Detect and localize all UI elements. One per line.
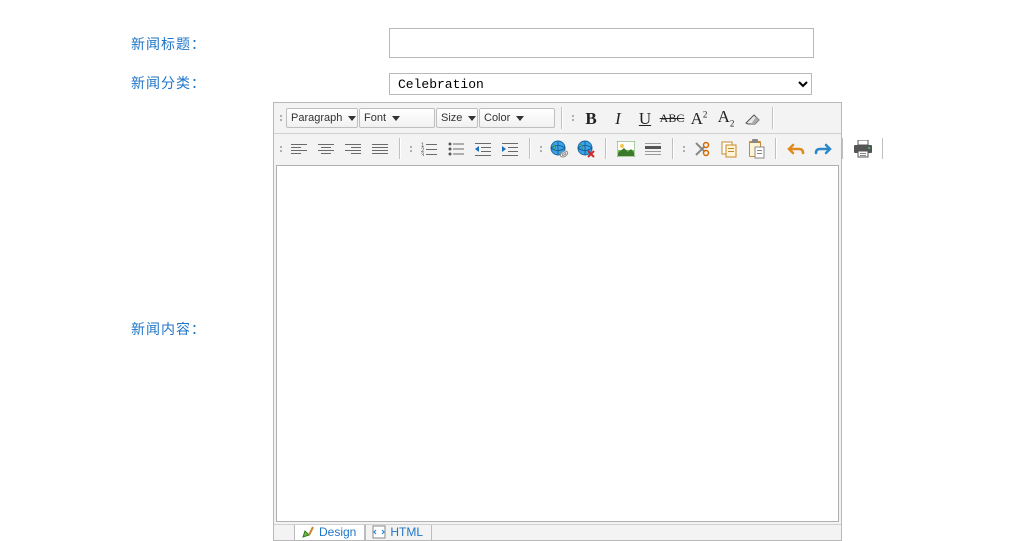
subscript-icon: A2: [718, 108, 735, 128]
toolbar-grip-icon[interactable]: [680, 134, 687, 163]
subscript-button[interactable]: A2: [713, 106, 739, 130]
align-center-button[interactable]: [313, 137, 339, 161]
print-button[interactable]: [850, 137, 876, 161]
undo-button[interactable]: [783, 137, 809, 161]
toolbar-separator: [839, 134, 847, 163]
italic-button[interactable]: I: [605, 106, 631, 130]
design-tab-label: Design: [319, 525, 356, 539]
scissors-icon: [693, 140, 711, 158]
ordered-list-icon: 1 2 3: [421, 142, 437, 156]
color-dropdown[interactable]: Color: [479, 108, 555, 128]
toolbar-separator: [772, 134, 780, 163]
indent-button[interactable]: [497, 137, 523, 161]
toolbar-separator: [558, 103, 566, 133]
paragraph-dropdown[interactable]: Paragraph: [286, 108, 358, 128]
toolbar-separator: [879, 134, 887, 163]
news-title-label: 新闻标题：: [131, 34, 206, 54]
toolbar-grip-icon[interactable]: [537, 134, 544, 163]
html-tab-icon: [372, 525, 386, 539]
toolbar-grip-icon[interactable]: [569, 103, 576, 133]
editor-mode-tabs: Design HTML: [274, 524, 841, 540]
unordered-list-button[interactable]: [443, 137, 469, 161]
svg-text:3: 3: [421, 153, 425, 156]
align-right-button[interactable]: [340, 137, 366, 161]
toolbar-separator: [526, 134, 534, 163]
unordered-list-icon: [448, 142, 464, 156]
toolbar-separator: [396, 134, 404, 163]
redo-icon: [814, 141, 832, 157]
news-content-label: 新闻内容：: [131, 319, 206, 339]
html-tab-label: HTML: [390, 525, 423, 539]
html-tab[interactable]: HTML: [365, 524, 432, 540]
toolbar-grip-icon[interactable]: [277, 103, 284, 133]
undo-icon: [787, 141, 805, 157]
align-center-icon: [318, 142, 334, 156]
size-dropdown[interactable]: Size: [436, 108, 478, 128]
erase-format-button[interactable]: [740, 106, 766, 130]
eraser-icon: [744, 111, 762, 125]
toolbar-separator: [669, 134, 677, 163]
insert-rule-button[interactable]: [640, 137, 666, 161]
toolbar-row-actions: 1 2 3: [274, 133, 841, 163]
copy-icon: [720, 140, 738, 158]
insert-image-button[interactable]: [613, 137, 639, 161]
superscript-icon: A2: [691, 110, 708, 127]
editor-content-area[interactable]: [276, 165, 839, 522]
indent-icon: [502, 142, 518, 156]
underline-button[interactable]: U: [632, 106, 658, 130]
insert-link-button[interactable]: [546, 137, 572, 161]
design-tab[interactable]: Design: [294, 524, 365, 540]
superscript-button[interactable]: A2: [686, 106, 712, 130]
design-tab-icon: [301, 525, 315, 539]
toolbar-grip-icon[interactable]: [407, 134, 414, 163]
size-dropdown-label: Size: [441, 112, 462, 124]
news-category-label: 新闻分类：: [131, 73, 206, 93]
paste-button[interactable]: [743, 137, 769, 161]
remove-link-button[interactable]: [573, 137, 599, 161]
globe-unlink-icon: [576, 139, 596, 159]
redo-button[interactable]: [810, 137, 836, 161]
cut-button[interactable]: [689, 137, 715, 161]
rich-text-editor: Paragraph Font Size Color B I U: [273, 102, 842, 541]
align-justify-icon: [372, 142, 388, 156]
outdent-button[interactable]: [470, 137, 496, 161]
outdent-icon: [475, 142, 491, 156]
align-left-icon: [291, 142, 307, 156]
toolbar-row-format: Paragraph Font Size Color B I U: [274, 103, 841, 133]
color-dropdown-label: Color: [484, 112, 510, 124]
bold-button[interactable]: B: [578, 106, 604, 130]
strikethrough-button[interactable]: ABC: [659, 106, 685, 130]
strikethrough-icon: ABC: [660, 112, 685, 124]
font-dropdown[interactable]: Font: [359, 108, 435, 128]
printer-icon: [853, 140, 873, 158]
toolbar-separator: [769, 103, 777, 133]
ordered-list-button[interactable]: 1 2 3: [416, 137, 442, 161]
toolbar-grip-icon[interactable]: [277, 134, 284, 163]
align-right-icon: [345, 142, 361, 156]
news-category-select[interactable]: Celebration: [389, 73, 812, 95]
toolbar-separator: [602, 134, 610, 163]
globe-link-icon: [549, 139, 569, 159]
horizontal-rule-icon: [645, 141, 661, 157]
align-justify-button[interactable]: [367, 137, 393, 161]
font-dropdown-label: Font: [364, 112, 386, 124]
italic-icon: I: [615, 110, 621, 127]
bold-icon: B: [585, 110, 596, 127]
paragraph-dropdown-label: Paragraph: [291, 112, 342, 124]
clipboard-icon: [747, 139, 765, 159]
underline-icon: U: [639, 110, 651, 127]
news-title-input[interactable]: [389, 28, 814, 58]
copy-button[interactable]: [716, 137, 742, 161]
image-icon: [617, 141, 635, 157]
align-left-button[interactable]: [286, 137, 312, 161]
